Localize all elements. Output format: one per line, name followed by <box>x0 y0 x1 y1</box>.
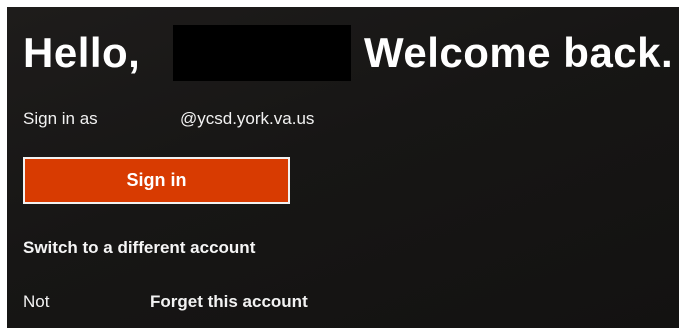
not-account-row: Not Forget this account <box>23 291 423 313</box>
not-account-label: Not <box>23 292 50 311</box>
sign-in-button[interactable]: Sign in <box>23 157 290 204</box>
sign-in-panel: Hello, Welcome back. Sign in as @ycsd.yo… <box>7 7 679 328</box>
forget-account-link[interactable]: Forget this account <box>150 291 308 313</box>
greeting-hello: Hello, <box>23 29 141 76</box>
sign-in-as-label: Sign in as <box>23 109 98 128</box>
redacted-username <box>173 25 351 81</box>
greeting-welcome: Welcome back. <box>364 29 674 76</box>
greeting-header: Hello, Welcome back. <box>23 19 673 85</box>
switch-account-link[interactable]: Switch to a different account <box>23 237 255 259</box>
account-email: @ycsd.york.va.us <box>180 109 315 128</box>
